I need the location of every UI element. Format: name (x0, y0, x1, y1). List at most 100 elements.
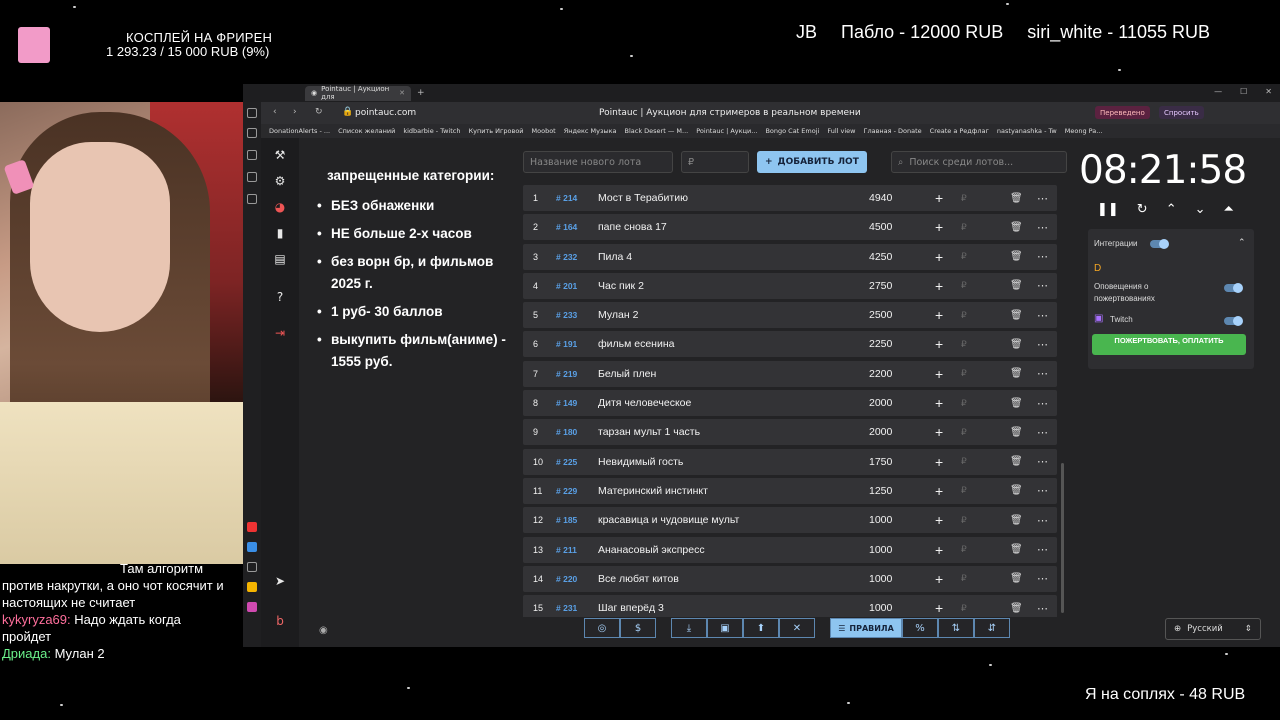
more-icon[interactable]: ⋯ (1037, 250, 1048, 263)
lot-amount[interactable]: 1000 (869, 602, 892, 614)
ruble-icon[interactable]: ₽ (961, 280, 967, 291)
lot-row[interactable]: 3 # 232 Пила 4 4250 + ₽ 🗑 ⋯ (523, 243, 1057, 270)
trash-icon[interactable]: 🗑 (1010, 251, 1023, 262)
ruble-icon[interactable]: ₽ (961, 339, 967, 350)
lot-row[interactable]: 4 # 201 Час пик 2 2750 + ₽ 🗑 ⋯ (523, 272, 1057, 299)
wheel-icon[interactable]: ◕ (273, 200, 287, 214)
lot-amount[interactable]: 1250 (869, 485, 892, 497)
bookmark-item[interactable]: Moobot (532, 127, 556, 135)
ruble-icon[interactable]: ₽ (961, 603, 967, 614)
trash-icon[interactable]: 🗑 (1010, 485, 1023, 496)
lot-amount[interactable]: 1000 (869, 514, 892, 526)
lot-row[interactable]: 7 # 219 Белый плен 2200 + ₽ 🗑 ⋯ (523, 360, 1057, 387)
trash-icon[interactable]: 🗑 (1010, 456, 1023, 467)
trash-icon[interactable]: 🗑 (1010, 193, 1023, 204)
boosty-icon[interactable]: b (273, 614, 287, 628)
lot-amount[interactable]: 4500 (869, 221, 892, 233)
lot-row[interactable]: 9 # 180 тарзан мульт 1 часть 2000 + ₽ 🗑 ⋯ (523, 419, 1057, 446)
help-icon[interactable]: ? (273, 290, 287, 304)
lot-amount[interactable]: 2200 (869, 368, 892, 380)
lot-amount[interactable]: 4250 (869, 251, 892, 263)
lot-amount[interactable]: 1000 (869, 573, 892, 585)
more-icon[interactable]: ⋯ (1037, 426, 1048, 439)
split-icon[interactable]: ⇅ (938, 618, 974, 638)
lot-amount[interactable]: 4940 (869, 192, 892, 204)
double-up-icon[interactable]: ⏶ (1224, 202, 1234, 217)
close-icon[interactable]: ✕ (1265, 87, 1272, 96)
bookmark-item[interactable]: Купить Игровой (468, 127, 523, 135)
lot-name[interactable]: красавица и чудовище мульт (598, 514, 739, 526)
github-icon[interactable]: ◎ (584, 618, 620, 638)
lot-name[interactable]: Мулан 2 (598, 309, 638, 321)
scrollbar[interactable] (1061, 463, 1064, 613)
bookmark-item[interactable]: Create a Редфлаг (930, 127, 989, 135)
more-icon[interactable]: ⋯ (1037, 192, 1048, 205)
plus-icon[interactable]: + (935, 542, 943, 558)
plus-icon[interactable]: + (935, 366, 943, 382)
more-icon[interactable]: ⋯ (1037, 367, 1048, 380)
plus-icon[interactable]: + (935, 600, 943, 616)
screenshot-icon[interactable] (247, 194, 257, 204)
assistant-icon[interactable] (247, 602, 257, 612)
bookmark-item[interactable]: nastyanashka - Tw (997, 127, 1057, 135)
maximize-icon[interactable]: ☐ (1240, 87, 1247, 96)
plus-icon[interactable]: + (935, 571, 943, 587)
ruble-icon[interactable]: ₽ (961, 368, 967, 379)
trash-icon[interactable]: 🗑 (1010, 515, 1023, 526)
plus-icon[interactable]: + (935, 454, 943, 470)
bookmark-item[interactable]: DonationAlerts - ... (269, 127, 330, 135)
plus-icon[interactable]: + (935, 219, 943, 235)
lot-name[interactable]: Белый плен (598, 368, 656, 380)
plus-icon[interactable]: + (935, 190, 943, 206)
more-icon[interactable]: ⋯ (1037, 572, 1048, 585)
chevron-down-icon[interactable]: ⌄ (1195, 202, 1206, 217)
pause-icon[interactable]: ❚❚ (1097, 202, 1119, 217)
tabs-icon[interactable] (247, 128, 257, 138)
plus-icon[interactable]: + (935, 336, 943, 352)
more-icon[interactable]: ⋯ (1037, 543, 1048, 556)
history-icon[interactable] (247, 108, 257, 118)
back-icon[interactable]: ‹ (273, 107, 277, 117)
ask-badge[interactable]: Спросить (1159, 106, 1204, 119)
lot-amount[interactable]: 2750 (869, 280, 892, 292)
lot-name[interactable]: Час пик 2 (598, 280, 644, 292)
trash-icon[interactable]: 🗑 (1010, 368, 1023, 379)
tab-pointauc[interactable]: ◉ Pointauc | Аукцион для ✕ (305, 85, 411, 101)
integrations-toggle[interactable] (1150, 239, 1169, 249)
bookmark-item[interactable]: Full view (827, 127, 855, 135)
play-icon[interactable] (247, 150, 257, 160)
language-select[interactable]: ⊕ Русский ⇕ (1165, 618, 1261, 640)
trash-icon[interactable]: 🗑 (1010, 427, 1023, 438)
lot-name[interactable]: фильм есенина (598, 338, 674, 350)
trash-icon[interactable]: 🗑 (1010, 222, 1023, 233)
lot-row[interactable]: 11 # 229 Материнский инстинкт 1250 + ₽ 🗑 ⋯ (523, 477, 1057, 504)
trash-icon[interactable]: 🗑 (1010, 603, 1023, 614)
lot-amount-input[interactable]: ₽ (681, 151, 749, 173)
trash-icon[interactable]: 🗑 (1010, 573, 1023, 584)
lot-name[interactable]: Невидимый гость (598, 456, 683, 468)
bookmark-item[interactable]: Список желаний (338, 127, 395, 135)
logout-icon[interactable]: ⇥ (273, 326, 287, 340)
more-icon[interactable]: ⋯ (1037, 279, 1048, 292)
new-lot-input[interactable]: Название нового лота (523, 151, 673, 173)
search-input[interactable]: ⌕ Поиск среди лотов... (891, 151, 1067, 173)
lot-amount[interactable]: 1000 (869, 544, 892, 556)
ruble-icon[interactable]: ₽ (961, 222, 967, 233)
gear-icon[interactable]: ⚙ (273, 174, 287, 188)
percent-icon[interactable]: % (902, 618, 938, 638)
yandex-icon[interactable] (247, 582, 257, 592)
stats-icon[interactable]: ▮ (273, 226, 287, 240)
ruble-icon[interactable]: ₽ (961, 456, 967, 467)
trash-icon[interactable]: 🗑 (1010, 339, 1023, 350)
lot-name[interactable]: Пила 4 (598, 251, 632, 263)
more-icon[interactable]: ⋯ (1037, 221, 1048, 234)
minimize-icon[interactable]: — (1214, 87, 1222, 96)
lot-amount[interactable]: 2500 (869, 309, 892, 321)
rules-button[interactable]: ☰ ПРАВИЛА (830, 618, 902, 638)
import-icon[interactable]: ⬆ (743, 618, 779, 638)
ruble-icon[interactable]: ₽ (961, 515, 967, 526)
bookmark-item[interactable]: Главная - Donate (863, 127, 921, 135)
telegram-icon[interactable] (247, 542, 257, 552)
sort-icon[interactable]: ⇵ (974, 618, 1010, 638)
more-icon[interactable]: ⋯ (1037, 514, 1048, 527)
